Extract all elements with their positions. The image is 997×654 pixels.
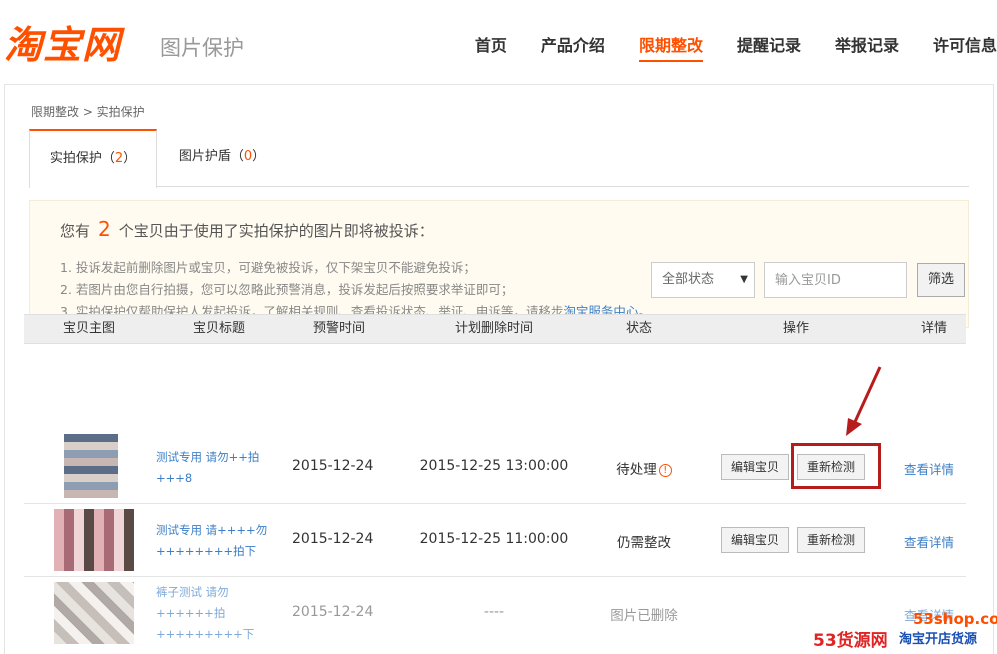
top-nav: 首页 产品介绍 限期整改 提醒记录 举报记录 许可信息 <box>441 32 997 62</box>
col-status: 状态 <box>625 321 652 336</box>
edit-item-button[interactable]: 编辑宝贝 <box>721 527 789 553</box>
status-text: 仍需整改 <box>617 535 671 551</box>
tab-image-shield[interactable]: 图片护盾（0） <box>157 129 287 187</box>
product-thumbnail[interactable] <box>54 582 134 644</box>
col-delete-time: 计划删除时间 <box>454 321 533 336</box>
col-detail: 详情 <box>920 321 947 336</box>
nav-home[interactable]: 首页 <box>475 32 507 62</box>
nav-reminders[interactable]: 提醒记录 <box>737 32 801 62</box>
status-select-value: 全部状态 <box>662 272 715 287</box>
recheck-button[interactable]: 重新检测 <box>797 527 865 553</box>
tab-bar: 实拍保护（2） 图片护盾（0） <box>29 129 969 188</box>
info-icon[interactable]: ! <box>658 464 672 477</box>
table-header: 宝贝主图 宝贝标题 预警时间 计划删除时间 状态 操作 详情 <box>24 314 966 344</box>
nav-product-intro[interactable]: 产品介绍 <box>541 32 605 62</box>
view-detail-link[interactable]: 查看详情 <box>904 459 954 478</box>
chevron-down-icon: ▼ <box>740 274 748 285</box>
table-row: 测试专用 请++++勿 ++++++++拍下 2015-12-24 2015-1… <box>24 504 966 577</box>
tab-label: 实拍保护（ <box>49 151 115 166</box>
title-line-1: 裤子测试 请勿 <box>156 585 229 599</box>
highlight-box <box>791 443 881 489</box>
product-thumbnail[interactable] <box>54 509 134 571</box>
col-main-image: 宝贝主图 <box>62 321 115 336</box>
status-select[interactable]: 全部状态 ▼ <box>651 262 755 298</box>
tab-real-shot-protection[interactable]: 实拍保护（2） <box>29 129 157 188</box>
title-line-1: 测试专用 请勿++拍 <box>156 450 260 464</box>
delete-time: 2015-12-25 13:00:00 <box>419 458 569 474</box>
delete-time: 2015-12-25 11:00:00 <box>419 531 569 547</box>
product-title-link[interactable]: 裤子测试 请勿 ++++++拍 +++++++++下 <box>156 582 276 645</box>
tab-close-paren: ） <box>252 149 266 164</box>
view-detail-link[interactable]: 查看详情 <box>904 532 954 551</box>
title-line-2: ++++++++拍下 <box>156 544 257 558</box>
title-line-3: +++++++++下 <box>156 627 255 641</box>
breadcrumb: 限期整改 > 实拍保护 <box>31 105 145 119</box>
title-line-2: +++8 <box>156 471 193 485</box>
watermark-subtitle: 淘宝开店货源 <box>899 632 978 647</box>
warn-date: 2015-12-24 <box>292 531 374 547</box>
tab-label: 图片护盾（ <box>178 149 244 164</box>
col-actions: 操作 <box>782 321 809 336</box>
notice-count: 2 <box>98 217 111 241</box>
edit-item-button[interactable]: 编辑宝贝 <box>721 454 789 480</box>
status-text: 图片已删除 <box>610 608 678 624</box>
warn-date: 2015-12-24 <box>292 458 374 474</box>
notice-heading: 您有 2 个宝贝由于使用了实拍保护的图片即将被投诉： <box>60 217 434 241</box>
product-thumbnail[interactable] <box>64 434 118 498</box>
watermark-name: 53货源网 <box>813 631 888 651</box>
filter-button[interactable]: 筛选 <box>917 263 965 297</box>
nav-rectification[interactable]: 限期整改 <box>638 32 703 62</box>
product-title-link[interactable]: 测试专用 请++++勿 ++++++++拍下 <box>156 520 276 562</box>
notice-suffix: 个宝贝由于使用了实拍保护的图片即将被投诉： <box>118 222 434 240</box>
item-id-input[interactable] <box>764 262 907 298</box>
watermark-url: 53shop.com <box>913 610 997 628</box>
title-line-1: 测试专用 请++++勿 <box>156 523 268 537</box>
warn-date: 2015-12-24 <box>292 604 374 620</box>
notice-prefix: 您有 <box>60 222 91 240</box>
nav-reports[interactable]: 举报记录 <box>835 32 899 62</box>
notice-line-2: 2. 若图片由您自行拍摄，您可以忽略此预警消息，投诉发起后按照要求举证即可； <box>60 282 514 297</box>
nav-license[interactable]: 许可信息 <box>933 32 997 62</box>
status-text: 待处理! <box>589 458 699 478</box>
product-title-link[interactable]: 测试专用 请勿++拍 +++8 <box>156 447 276 489</box>
title-line-2: ++++++拍 <box>156 606 226 620</box>
site-subtitle: 图片保护 <box>160 36 244 60</box>
tab-count: 0 <box>243 149 253 164</box>
col-title: 宝贝标题 <box>192 321 245 336</box>
tab-count: 2 <box>114 151 124 166</box>
header: 淘宝网 图片保护 首页 产品介绍 限期整改 提醒记录 举报记录 许可信息 <box>0 0 997 84</box>
col-warn-time: 预警时间 <box>312 321 365 336</box>
notice-line-1: 1. 投诉发起前删除图片或宝贝，可避免被投诉，仅下架宝贝不能避免投诉； <box>60 260 476 275</box>
delete-time: ---- <box>483 604 505 620</box>
tab-close-paren: ） <box>123 151 137 166</box>
taobao-logo[interactable]: 淘宝网 <box>4 14 121 69</box>
red-arrow-icon <box>846 366 882 436</box>
status-label: 待处理 <box>616 462 657 478</box>
